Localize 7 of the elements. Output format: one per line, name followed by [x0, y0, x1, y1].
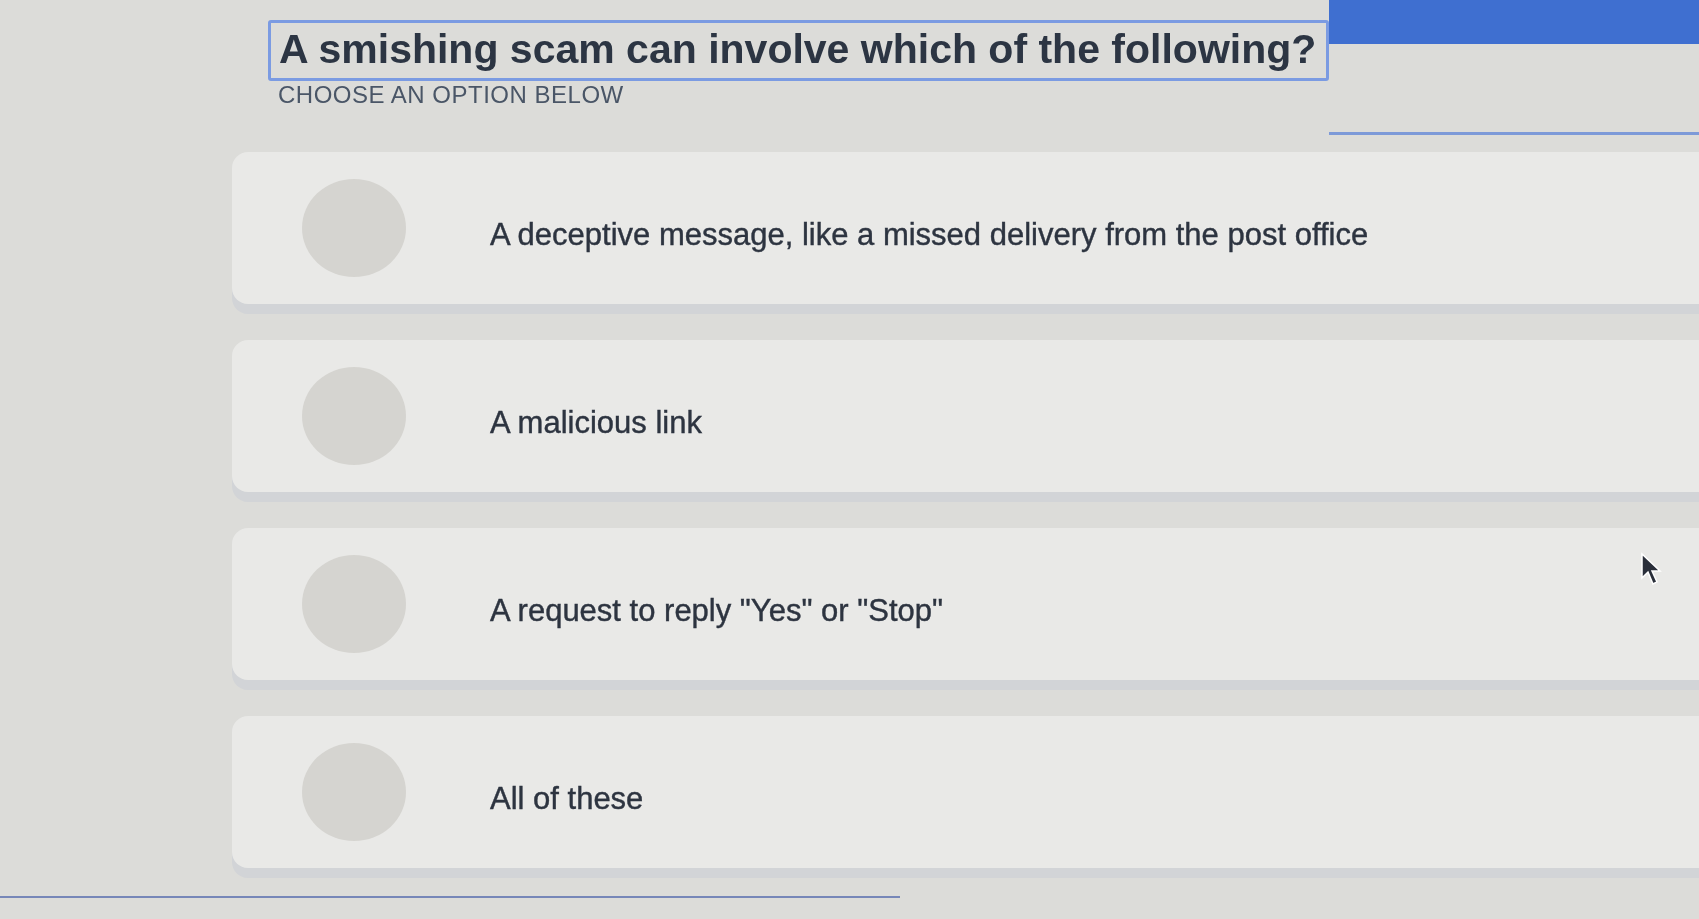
- cursor-icon: [1640, 552, 1662, 586]
- option-text: A malicious link: [490, 405, 702, 441]
- option-text: A deceptive message, like a missed delivery from the post office: [490, 217, 1369, 253]
- option-text: A request to reply "Yes" or "Stop": [490, 593, 943, 629]
- instruction-text: CHOOSE AN OPTION BELOW: [278, 81, 624, 110]
- question-title: A smishing scam can involve which of the following?: [268, 20, 1330, 82]
- option-text: All of these: [490, 781, 644, 817]
